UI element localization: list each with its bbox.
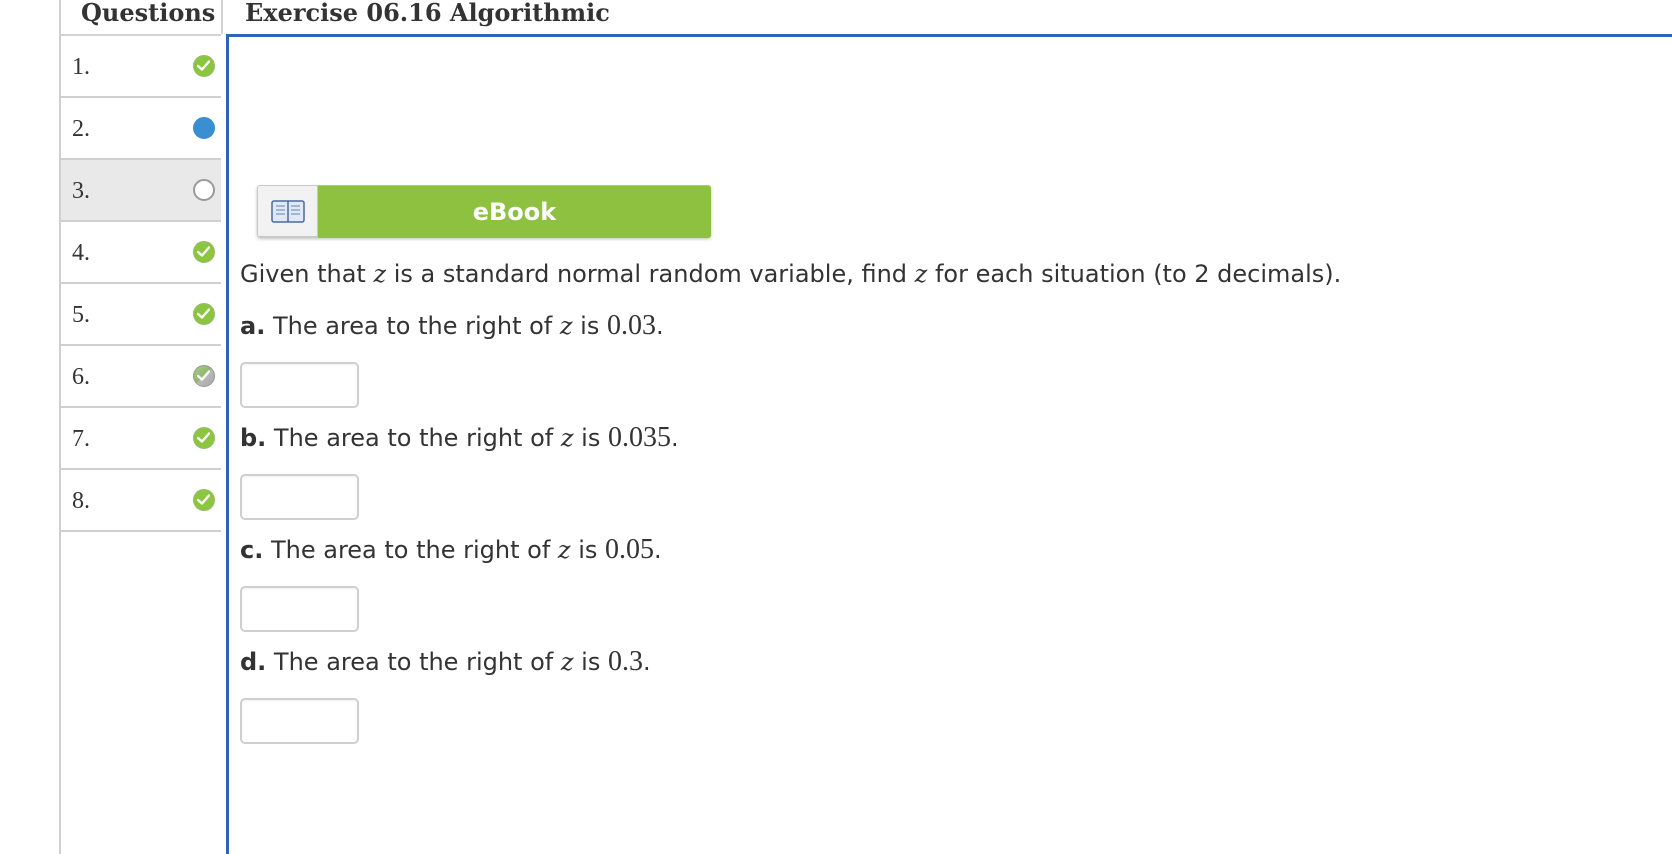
ebook-icon-container <box>257 185 318 237</box>
question-item-1[interactable]: 1. <box>61 36 221 98</box>
question-item-7[interactable]: 7. <box>61 408 221 470</box>
question-number: 6. <box>72 364 90 390</box>
variable-z: z <box>914 260 928 288</box>
part-text: is <box>573 648 608 676</box>
sidebar-header-label: Questions <box>81 0 216 27</box>
part-text: . <box>642 648 651 676</box>
ebook-label: eBook <box>318 185 711 238</box>
part-c: c. The area to the right of z is 0.05. <box>240 534 662 566</box>
part-text: . <box>655 312 664 340</box>
book-icon <box>270 200 305 223</box>
prompt-text: Given that <box>240 260 374 288</box>
part-letter: b. <box>240 424 267 452</box>
part-d: d. The area to the right of z is 0.3. <box>240 646 651 678</box>
part-value: 0.035 <box>607 422 671 453</box>
part-text: . <box>670 424 679 452</box>
part-text: The area to the right of <box>263 536 558 564</box>
part-letter: a. <box>240 312 266 340</box>
part-value: 0.05 <box>605 534 654 565</box>
exercise-title: Exercise 06.16 Algorithmic <box>245 0 610 27</box>
question-item-3[interactable]: 3. <box>61 160 221 222</box>
answer-input-b[interactable] <box>240 474 359 520</box>
part-value: 0.3 <box>607 646 643 677</box>
check-icon <box>193 55 215 77</box>
question-number: 1. <box>72 54 90 80</box>
part-a: a. The area to the right of z is 0.03. <box>240 310 664 342</box>
question-item-4[interactable]: 4. <box>61 222 221 284</box>
question-item-8[interactable]: 8. <box>61 470 221 532</box>
current-dot-icon <box>193 117 215 139</box>
question-number: 7. <box>72 426 90 452</box>
answer-input-c[interactable] <box>240 586 359 632</box>
question-number: 4. <box>72 240 90 266</box>
prompt-text: is a standard normal random variable, fi… <box>386 260 915 288</box>
answer-input-a[interactable] <box>240 362 359 408</box>
answer-input-d[interactable] <box>240 698 359 744</box>
question-number: 8. <box>72 488 90 514</box>
part-text: is <box>572 312 607 340</box>
check-icon <box>193 489 215 511</box>
part-text: The area to the right of <box>265 312 560 340</box>
variable-z: z <box>373 260 387 288</box>
empty-circle-icon <box>193 179 215 201</box>
variable-z: z <box>560 424 574 452</box>
ebook-button[interactable]: eBook <box>257 185 711 238</box>
question-item-5[interactable]: 5. <box>61 284 221 346</box>
question-number: 5. <box>72 302 90 328</box>
variable-z: z <box>559 312 573 340</box>
question-number: 3. <box>72 178 90 204</box>
header-divider <box>221 0 223 34</box>
question-prompt: Given that z is a standard normal random… <box>240 260 1341 288</box>
assignment-page: Questions 1. 2. 3. 4. 5. 6. 7. 8. Exerci… <box>0 0 1672 854</box>
question-item-6[interactable]: 6. <box>61 346 221 408</box>
part-text: The area to the right of <box>266 648 561 676</box>
question-item-2[interactable]: 2. <box>61 98 221 160</box>
prompt-text: for each situation (to 2 decimals). <box>927 260 1342 288</box>
question-number: 2. <box>72 116 90 142</box>
check-icon <box>193 241 215 263</box>
variable-z: z <box>560 648 574 676</box>
check-icon <box>193 303 215 325</box>
sidebar-header: Questions <box>61 0 223 36</box>
part-text: is <box>570 536 605 564</box>
part-b: b. The area to the right of z is 0.035. <box>240 422 679 454</box>
part-text: The area to the right of <box>266 424 561 452</box>
partial-check-icon <box>193 365 215 387</box>
questions-sidebar: Questions 1. 2. 3. 4. 5. 6. 7. 8. <box>59 0 223 854</box>
part-letter: c. <box>240 536 264 564</box>
part-value: 0.03 <box>606 310 656 341</box>
variable-z: z <box>557 536 571 564</box>
part-letter: d. <box>240 648 267 676</box>
check-icon <box>193 427 215 449</box>
part-text: is <box>573 424 608 452</box>
part-text: . <box>654 536 662 564</box>
